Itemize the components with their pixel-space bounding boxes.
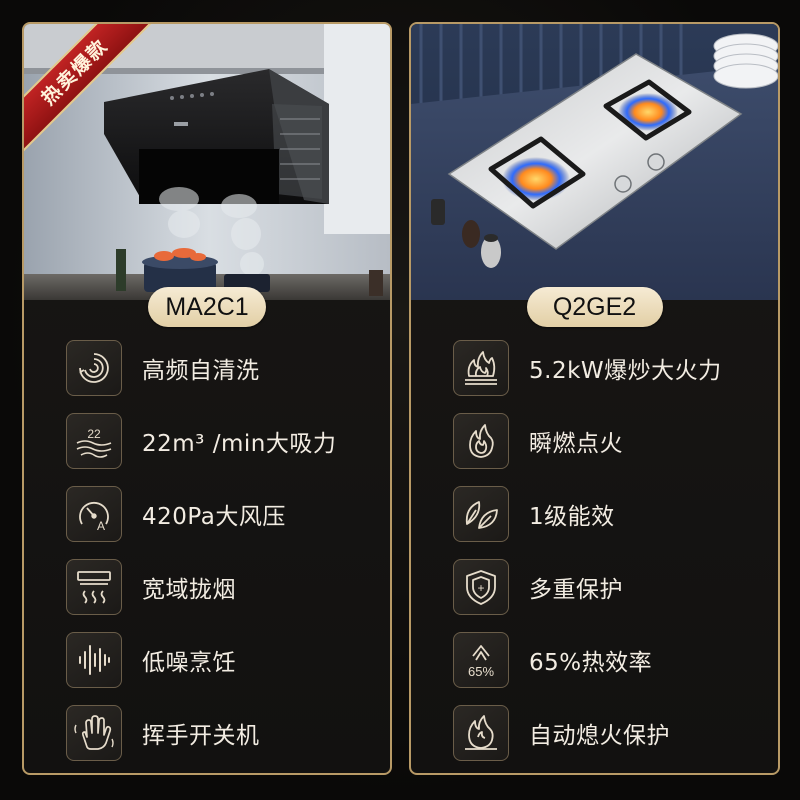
instant-ignition-flame-icon bbox=[453, 413, 509, 469]
feature-item: 低噪烹饪 bbox=[66, 629, 236, 691]
big-flame-icon bbox=[453, 340, 509, 396]
self-clean-swirl-icon bbox=[66, 340, 122, 396]
pressure-letter-text: A bbox=[97, 519, 105, 533]
feature-item: 65% 65%热效率 bbox=[453, 629, 652, 691]
feature-label: 瞬燃点火 bbox=[529, 431, 623, 457]
feature-item: 1级能效 bbox=[453, 483, 615, 545]
shield-plus-text: + bbox=[477, 581, 484, 595]
feature-label: 1级能效 bbox=[529, 504, 615, 530]
pressure-gauge-icon: A bbox=[66, 486, 122, 542]
feature-label: 65%热效率 bbox=[529, 650, 653, 676]
efficiency-65-icon: 65% bbox=[453, 632, 509, 688]
feature-item: 瞬燃点火 bbox=[453, 410, 623, 472]
feature-item: + 多重保护 bbox=[453, 556, 623, 618]
feature-label: 自动熄火保护 bbox=[529, 723, 670, 749]
leaf-efficiency-icon bbox=[453, 486, 509, 542]
product-card-range-hood[interactable]: 热卖爆款 MA2C1 高频自清洗 22 22m³ /min大吸力 A 420Pa… bbox=[22, 22, 392, 775]
feature-label: 挥手开关机 bbox=[142, 723, 260, 749]
feature-item: 高频自清洗 bbox=[66, 337, 260, 399]
model-label-ma2c1: MA2C1 bbox=[148, 287, 266, 327]
feature-item: 22 22m³ /min大吸力 bbox=[66, 410, 336, 472]
range-hood-photo: 热卖爆款 bbox=[24, 24, 390, 300]
feature-label: 宽域拢烟 bbox=[142, 577, 236, 603]
flame-out-protection-icon bbox=[453, 705, 509, 761]
feature-item: 宽域拢烟 bbox=[66, 556, 236, 618]
feature-item: 自动熄火保护 bbox=[453, 702, 670, 764]
feature-label: 5.2kW爆炒大火力 bbox=[529, 358, 722, 384]
hot-sale-ribbon: 热卖爆款 bbox=[24, 24, 157, 154]
suction-value-text: 22 bbox=[87, 427, 101, 441]
shield-plus-icon: + bbox=[453, 559, 509, 615]
feature-label: 22m³ /min大吸力 bbox=[142, 431, 337, 457]
feature-item: A 420Pa大风压 bbox=[66, 483, 286, 545]
gas-stove-photo bbox=[411, 24, 778, 300]
feature-label: 420Pa大风压 bbox=[142, 504, 286, 530]
feature-label: 多重保护 bbox=[529, 577, 623, 603]
sound-wave-icon bbox=[66, 632, 122, 688]
suction-22-icon: 22 bbox=[66, 413, 122, 469]
efficiency-percent-text: 65% bbox=[468, 664, 494, 679]
hot-sale-badge: 热卖爆款 bbox=[24, 24, 174, 174]
feature-item: 挥手开关机 bbox=[66, 702, 260, 764]
feature-item: 5.2kW爆炒大火力 bbox=[453, 337, 722, 399]
feature-label: 低噪烹饪 bbox=[142, 650, 236, 676]
product-comparison-page: 热卖爆款 MA2C1 高频自清洗 22 22m³ /min大吸力 A 420Pa… bbox=[0, 0, 800, 800]
model-label-q2ge2: Q2GE2 bbox=[526, 287, 663, 327]
hand-wave-icon bbox=[66, 705, 122, 761]
feature-label: 高频自清洗 bbox=[142, 358, 260, 384]
wide-smoke-capture-icon bbox=[66, 559, 122, 615]
product-card-gas-stove[interactable]: Q2GE2 5.2kW爆炒大火力 瞬燃点火 1级能效 + 多重保护 65% 65… bbox=[409, 22, 780, 775]
